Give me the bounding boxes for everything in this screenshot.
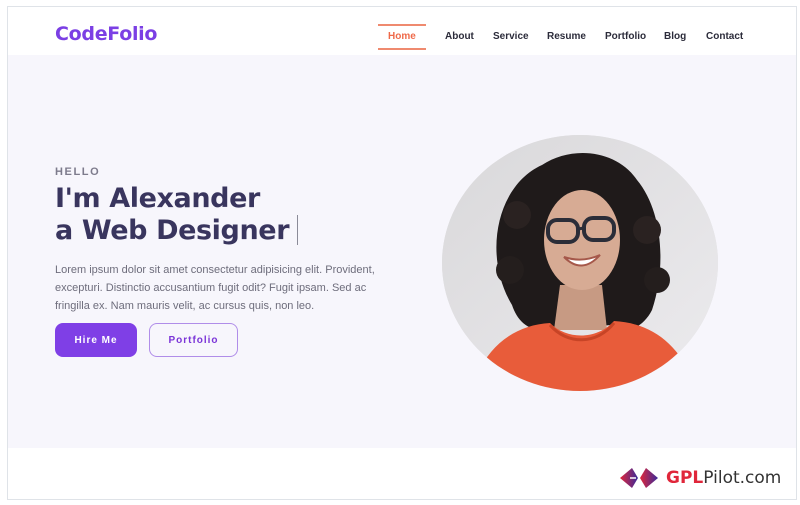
portrait-illustration (442, 135, 718, 391)
nav-about[interactable]: About (445, 31, 474, 42)
nav-blog[interactable]: Blog (664, 31, 686, 42)
typing-caret (297, 215, 299, 245)
nav-contact[interactable]: Contact (706, 31, 743, 42)
nav-home[interactable]: Home (378, 24, 426, 50)
site-header: CodeFolio Home About Service Resume Port… (8, 7, 796, 55)
hero-title: I'm Alexander a Web Designer (55, 183, 299, 247)
nav-resume[interactable]: Resume (547, 31, 586, 42)
nav-portfolio[interactable]: Portfolio (605, 31, 646, 42)
hero-description: Lorem ipsum dolor sit amet consectetur a… (55, 264, 375, 312)
hero-greeting: HELLO (55, 166, 101, 178)
nav-service[interactable]: Service (493, 31, 529, 42)
portfolio-button[interactable]: Portfolio (149, 323, 238, 357)
gplpilot-logo-icon (620, 468, 658, 488)
hire-me-button[interactable]: Hire Me (55, 323, 137, 357)
profile-photo (442, 135, 718, 391)
site-logo[interactable]: CodeFolio (55, 23, 157, 45)
hero-section: HELLO I'm Alexander a Web Designer Lorem… (8, 55, 796, 448)
gplpilot-watermark: GPLPilot.com (618, 466, 781, 490)
watermark-text: GPLPilot.com (666, 468, 782, 488)
role-article: a (55, 215, 73, 246)
browser-frame: CodeFolio Home About Service Resume Port… (7, 6, 797, 500)
hero-name: Alexander (109, 183, 260, 214)
hero-role: Web Designer (81, 215, 290, 246)
title-prefix: I'm (55, 183, 101, 214)
